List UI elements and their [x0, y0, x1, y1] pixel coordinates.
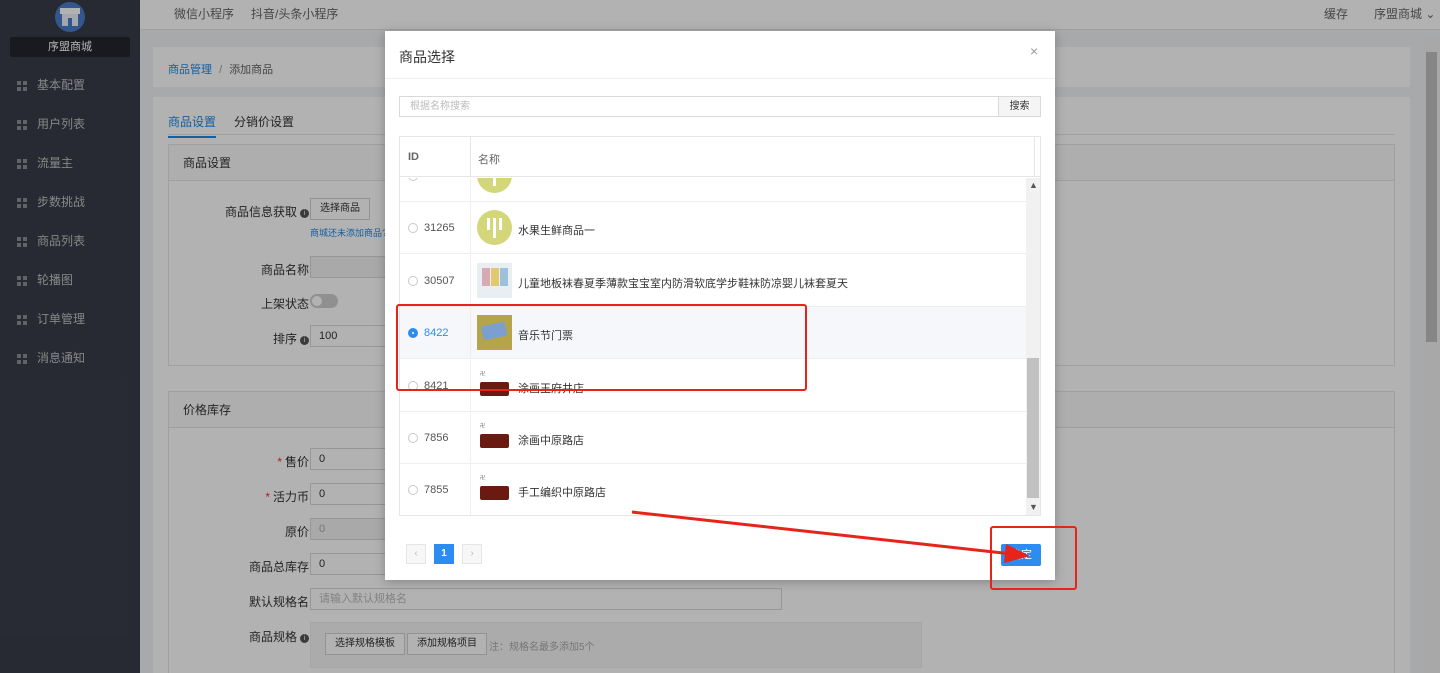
annotation-arrow-icon [631, 510, 1030, 563]
